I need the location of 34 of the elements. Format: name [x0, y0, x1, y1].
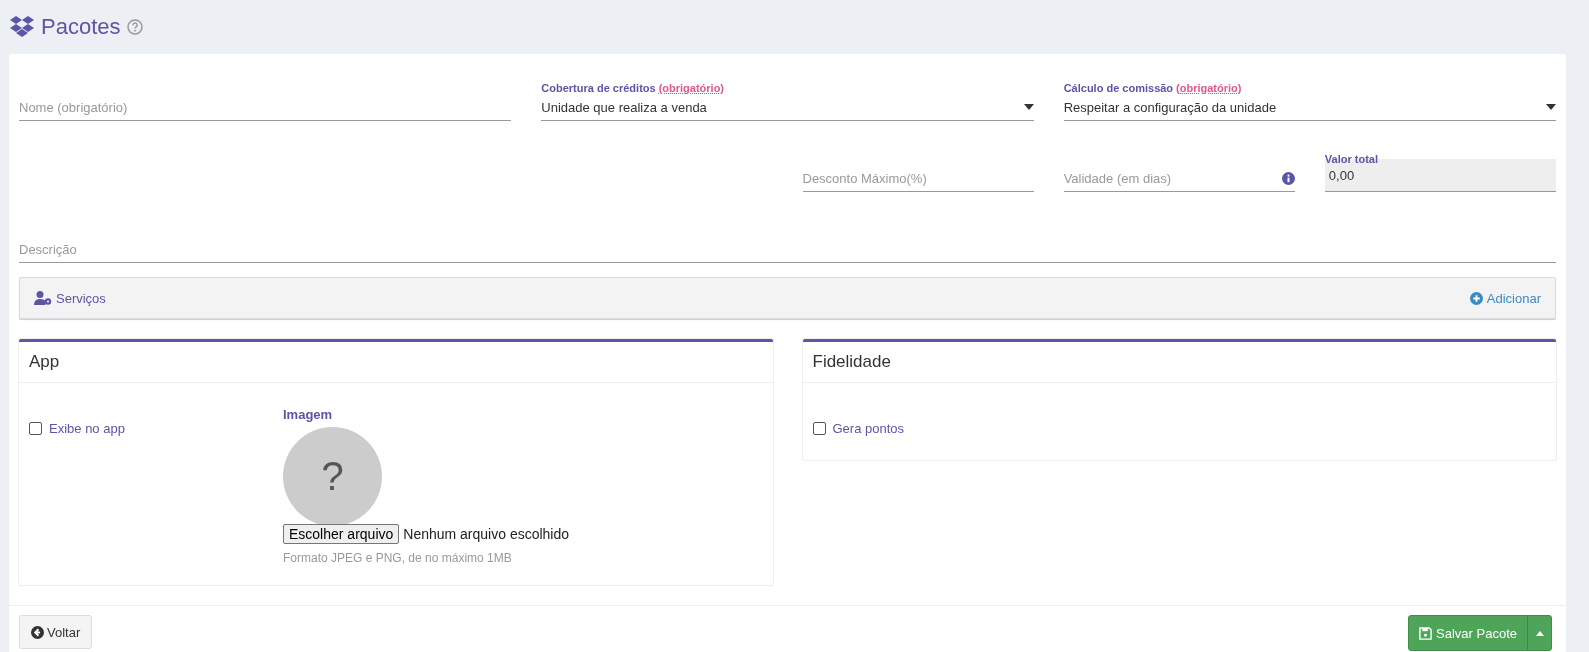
question-mark: ? — [321, 454, 344, 499]
select-field[interactable]: Respeitar a configuração da unidade — [1063, 94, 1556, 121]
caret-icon — [1535, 630, 1544, 636]
checkbox[interactable] — [29, 422, 42, 435]
file-status: Nenhum arquivo escolhido — [403, 526, 570, 542]
checkbox[interactable] — [812, 422, 826, 435]
back-button[interactable]: Voltar — [19, 615, 93, 649]
choose-file-button[interactable]: Escolher arquivo — [283, 524, 400, 544]
add-icon — [1469, 291, 1483, 305]
info-icon — [1281, 171, 1295, 185]
field-label: Cálculo de comissão — [1063, 82, 1174, 94]
text-field[interactable]: Desconto Máximo(%) — [802, 170, 1034, 186]
checkbox-label[interactable]: Gera pontos — [832, 421, 905, 436]
caret-icon — [1023, 104, 1034, 110]
field-label: Cobertura de créditos — [541, 82, 656, 94]
required-note: (obrigatório) — [658, 82, 725, 94]
panel-title: App — [29, 352, 60, 372]
required-note: (obrigatório) — [1176, 82, 1242, 94]
text-field[interactable]: Validade (em dias) — [1063, 170, 1276, 186]
page-title: Pacotes — [41, 14, 121, 40]
text-field[interactable]: Nome (obrigatório) — [19, 99, 512, 115]
format-hint: Formato JPEG e PNG, de no máximo 1MB — [283, 551, 512, 565]
user-gear-icon — [34, 291, 52, 305]
caret-icon — [1546, 104, 1556, 110]
checkbox-label[interactable]: Exibe no app — [49, 421, 125, 436]
panel-title: Fidelidade — [812, 352, 891, 372]
text-field[interactable]: Descrição — [19, 241, 1556, 257]
field-label: Valor total — [1324, 153, 1378, 165]
back-icon — [31, 625, 44, 639]
services-label: Serviços — [56, 290, 106, 306]
save-icon — [1419, 626, 1433, 640]
select-field[interactable]: Unidade que realiza a venda — [541, 94, 1034, 121]
image-label: Imagem — [283, 407, 333, 422]
logo-icon — [9, 16, 35, 38]
